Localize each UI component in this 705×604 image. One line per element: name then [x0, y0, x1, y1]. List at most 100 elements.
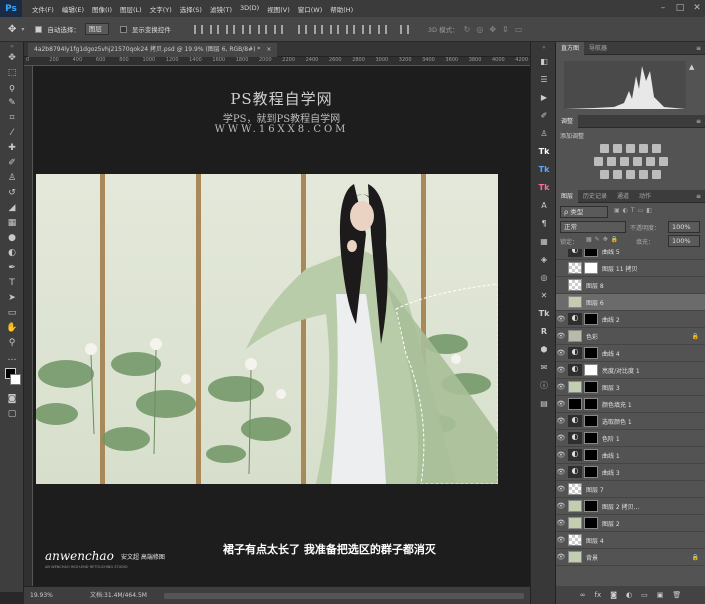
layer-mask-thumbnail[interactable] [584, 364, 598, 376]
visibility-eye-icon[interactable]: 👁 [556, 383, 566, 391]
align-vcenter-icon[interactable] [209, 24, 219, 34]
doc-size[interactable]: 文档:31.4M/464.5M [90, 587, 147, 604]
layer-row[interactable]: 👁 图层 2 拷贝... [556, 498, 705, 515]
layer-row[interactable]: 👁 图层 3 [556, 379, 705, 396]
visibility-eye-icon[interactable]: 👁 [556, 400, 566, 408]
hand-tool-icon[interactable]: ✋ [0, 320, 24, 335]
menu-item[interactable]: 文件(F) [28, 4, 58, 14]
layer-thumbnail[interactable]: ◐ [568, 432, 582, 444]
3d-rotate-icon[interactable]: ↻ [464, 25, 471, 34]
visibility-eye-icon[interactable]: 👁 [556, 519, 566, 527]
visibility-eye-icon[interactable]: 👁 [556, 366, 566, 374]
layer-style-icon[interactable]: fx [595, 591, 602, 599]
blend-mode-dropdown[interactable]: 正常 [560, 221, 626, 233]
auto-align-icon[interactable] [399, 24, 409, 34]
document-tab[interactable]: 4a2b8794ly1fg1dgoz5vhj21570qok24 拷贝.psd … [28, 43, 278, 57]
3d-scale-icon[interactable]: ▭ [515, 25, 523, 34]
menu-item[interactable]: 3D(D) [236, 4, 263, 14]
background-color-swatch[interactable] [10, 374, 21, 385]
distribute-left-icon[interactable] [345, 24, 355, 34]
shape-tool-icon[interactable]: ▭ [0, 305, 24, 320]
visibility-eye-icon[interactable]: 👁 [556, 468, 566, 476]
close-tab-icon[interactable]: × [266, 46, 271, 53]
screen-mode-icon[interactable]: ▢ [0, 406, 24, 421]
dodge-tool-icon[interactable]: ◐ [0, 245, 24, 260]
layer-mask-thumbnail[interactable] [584, 415, 598, 427]
layer-row[interactable]: 👁 图层 7 [556, 481, 705, 498]
clone-stamp-tool-icon[interactable]: ♙ [0, 170, 24, 185]
gradient-map-icon[interactable] [639, 170, 648, 179]
distribute-right-icon[interactable] [377, 24, 387, 34]
menu-item[interactable]: 文字(Y) [146, 4, 176, 14]
layer-name[interactable]: 曲线 1 [602, 451, 620, 460]
color-balance-icon[interactable] [606, 157, 616, 166]
distribute-hcenter-icon[interactable] [361, 24, 371, 34]
channel-mixer-icon[interactable] [645, 157, 655, 166]
layer-name[interactable]: 图层 8 [586, 281, 604, 290]
horizontal-scrollbar[interactable] [164, 593, 524, 599]
layer-name[interactable]: 曲线 2 [602, 315, 620, 324]
vibrance-icon[interactable] [652, 144, 661, 153]
align-left-icon[interactable] [241, 24, 251, 34]
3d-panel-icon[interactable]: ⬢ [531, 340, 557, 358]
dock-collapse-icon[interactable]: « [531, 42, 557, 52]
layer-thumbnail[interactable] [568, 483, 582, 495]
menu-item[interactable]: 帮助(H) [326, 4, 357, 14]
eraser-tool-icon[interactable]: ◢ [0, 200, 24, 215]
link-layers-icon[interactable]: ∞ [580, 591, 586, 599]
character-panel-icon[interactable]: A [531, 196, 557, 214]
levels-icon[interactable] [613, 144, 622, 153]
layer-mask-thumbnail[interactable] [584, 262, 598, 274]
layer-row[interactable]: 👁 ◐ 曲线 3 [556, 464, 705, 481]
auto-select-checkbox[interactable] [35, 25, 43, 33]
layer-name[interactable]: 颜色填充 1 [602, 400, 632, 409]
layer-name[interactable]: 色阶 1 [602, 434, 620, 443]
glyphs-panel-icon[interactable]: ▤ [531, 394, 557, 412]
layer-row[interactable]: 👁 ◐ 亮度/对比度 1 [556, 362, 705, 379]
marquee-tool-icon[interactable]: ⬚ [0, 65, 24, 80]
layer-name[interactable]: 图层 11 拷贝 [602, 264, 637, 273]
layer-row[interactable]: 👁 图层 2 [556, 515, 705, 532]
layer-thumbnail[interactable] [568, 517, 582, 529]
menu-item[interactable]: 图层(L) [116, 4, 146, 14]
pen-tool-icon[interactable]: ✒ [0, 260, 24, 275]
align-hcenter-icon[interactable] [257, 24, 267, 34]
tools-x-icon[interactable]: ✕ [531, 286, 557, 304]
visibility-eye-icon[interactable]: 👁 [556, 451, 566, 459]
3d-pan-icon[interactable]: ✥ [489, 25, 496, 34]
layer-thumbnail[interactable] [568, 551, 582, 563]
visibility-eye-icon[interactable]: 👁 [556, 349, 566, 357]
layer-name[interactable]: 图层 3 [602, 383, 620, 392]
layer-thumbnail[interactable]: ◐ [568, 415, 582, 427]
tool-preset-dropdown[interactable]: ▾ [21, 26, 24, 33]
layers-menu-icon[interactable]: ≡ [696, 193, 701, 200]
layer-row[interactable]: 图层 11 拷贝 [556, 260, 705, 277]
exposure-icon[interactable] [639, 144, 648, 153]
show-transform-checkbox[interactable] [119, 25, 127, 33]
menu-item[interactable]: 滤镜(T) [206, 4, 236, 14]
layer-row[interactable]: 图层 6 [556, 294, 705, 311]
tab-channels[interactable]: 通道 [612, 190, 634, 203]
selective-color-icon[interactable] [652, 170, 661, 179]
delete-layer-icon[interactable]: 🗑 [672, 591, 681, 599]
properties-panel-icon[interactable]: ☰ [531, 70, 557, 88]
layer-thumbnail[interactable] [568, 398, 582, 410]
lasso-tool-icon[interactable]: ϙ [0, 80, 24, 95]
path-select-tool-icon[interactable]: ➤ [0, 290, 24, 305]
layer-thumbnail[interactable] [568, 381, 582, 393]
layer-name[interactable]: 图层 2 [602, 519, 620, 528]
zoom-tool-icon[interactable]: ⚲ [0, 335, 24, 350]
info-panel-icon[interactable]: ⓘ [531, 376, 557, 394]
crop-tool-icon[interactable]: ⌗ [0, 110, 24, 125]
brightness-icon[interactable] [600, 144, 609, 153]
histogram-refresh-icon[interactable]: ▲ [689, 63, 694, 71]
photo-filter-icon[interactable] [632, 157, 642, 166]
plugin-tk4-icon[interactable]: Tk [531, 304, 557, 322]
3d-roll-icon[interactable]: ◎ [476, 25, 483, 34]
maximize-icon[interactable]: □ [672, 0, 688, 17]
visibility-eye-icon[interactable]: 👁 [556, 553, 566, 561]
quick-mask-icon[interactable]: ◙ [0, 391, 24, 406]
new-group-icon[interactable]: ▭ [641, 591, 648, 599]
histogram-menu-icon[interactable]: ≡ [696, 45, 701, 52]
visibility-eye-icon[interactable]: 👁 [556, 417, 566, 425]
